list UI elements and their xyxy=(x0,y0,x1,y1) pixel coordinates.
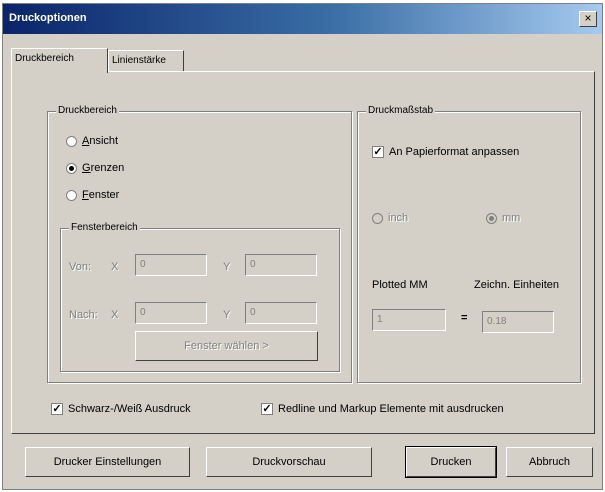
drawing-units-label: Zeichn. Einheiten xyxy=(474,279,559,291)
radio-inch-indicator[interactable] xyxy=(372,212,383,224)
window-area-title: Fensterbereich xyxy=(69,222,140,233)
plotted-mm-label: Plotted MM xyxy=(372,279,428,291)
radio-view-label: Ansicht xyxy=(82,135,119,147)
redline-checkbox[interactable]: ✓ Redline und Markup Elemente mit ausdru… xyxy=(261,403,504,415)
radio-mm[interactable]: mm xyxy=(486,212,520,224)
from-label: Von: xyxy=(69,261,92,273)
fit-to-paper-label: An Papierformat anpassen xyxy=(389,146,520,158)
print-scale-group: Druckmaßstab ✓ An Papierformat anpassen … xyxy=(357,105,581,383)
print-area-title: Druckbereich xyxy=(56,105,119,116)
black-white-checkbox[interactable]: ✓ Schwarz-/Weiß Ausdruck xyxy=(51,403,191,415)
print-options-dialog: Druckoptionen × Druckbereich Linienstärk… xyxy=(2,3,603,490)
radio-limits-label: Grenzen xyxy=(82,162,125,174)
radio-view-indicator[interactable] xyxy=(66,135,77,147)
black-white-label: Schwarz-/Weiß Ausdruck xyxy=(68,403,191,415)
tab-print-area[interactable]: Druckbereich xyxy=(11,48,108,73)
radio-window-indicator[interactable] xyxy=(66,189,77,201)
printer-settings-button[interactable]: Drucker Einstellungen xyxy=(25,447,190,477)
select-window-button[interactable]: Fenster wählen > xyxy=(135,331,318,361)
black-white-check-icon[interactable]: ✓ xyxy=(51,403,63,415)
window-area-group: Fensterbereich Von: X 0 Y 0 Nach: X 0 Y … xyxy=(60,222,340,372)
print-button[interactable]: Drucken xyxy=(405,446,497,478)
radio-window[interactable]: Fenster xyxy=(66,189,119,201)
radio-view[interactable]: Ansicht xyxy=(66,135,118,147)
to-y-field[interactable]: 0 xyxy=(245,302,317,324)
plotted-mm-field[interactable]: 1 xyxy=(372,309,446,331)
to-y-label: Y xyxy=(223,309,231,321)
tab-line-width[interactable]: Linienstärke xyxy=(108,50,184,72)
tab-line-width-label: Linienstärke xyxy=(112,55,166,66)
radio-limits[interactable]: Grenzen xyxy=(66,162,124,174)
from-y-label: Y xyxy=(223,261,231,273)
tab-print-area-label: Druckbereich xyxy=(15,53,74,64)
radio-mm-indicator[interactable] xyxy=(486,212,497,224)
close-button[interactable]: × xyxy=(579,11,597,27)
cancel-button[interactable]: Abbruch xyxy=(506,447,593,477)
radio-inch-label: inch xyxy=(388,212,409,224)
close-icon: × xyxy=(584,11,592,25)
fit-to-paper-check-icon[interactable]: ✓ xyxy=(372,146,384,158)
to-x-label: X xyxy=(111,309,119,321)
radio-mm-label: mm xyxy=(502,212,521,224)
radio-limits-indicator[interactable] xyxy=(66,162,77,174)
from-x-field[interactable]: 0 xyxy=(135,254,207,276)
redline-check-icon[interactable]: ✓ xyxy=(261,403,273,415)
drawing-units-field[interactable]: 0.18 xyxy=(482,311,554,333)
fit-to-paper-checkbox[interactable]: ✓ An Papierformat anpassen xyxy=(372,146,519,158)
to-label: Nach: xyxy=(69,309,98,321)
title-bar[interactable]: Druckoptionen × xyxy=(3,4,602,34)
from-y-field[interactable]: 0 xyxy=(245,254,317,276)
radio-window-label: Fenster xyxy=(82,189,120,201)
print-scale-title: Druckmaßstab xyxy=(366,105,436,116)
from-x-label: X xyxy=(111,261,119,273)
radio-inch[interactable]: inch xyxy=(372,212,408,224)
to-x-field[interactable]: 0 xyxy=(135,302,207,324)
print-preview-button[interactable]: Druckvorschau xyxy=(206,447,372,477)
print-area-group: Druckbereich Ansicht Grenzen Fenster Fen… xyxy=(47,105,352,383)
equals-sign: = xyxy=(461,312,468,324)
redline-label: Redline und Markup Elemente mit ausdruck… xyxy=(278,403,504,415)
window-title: Druckoptionen xyxy=(9,12,87,24)
